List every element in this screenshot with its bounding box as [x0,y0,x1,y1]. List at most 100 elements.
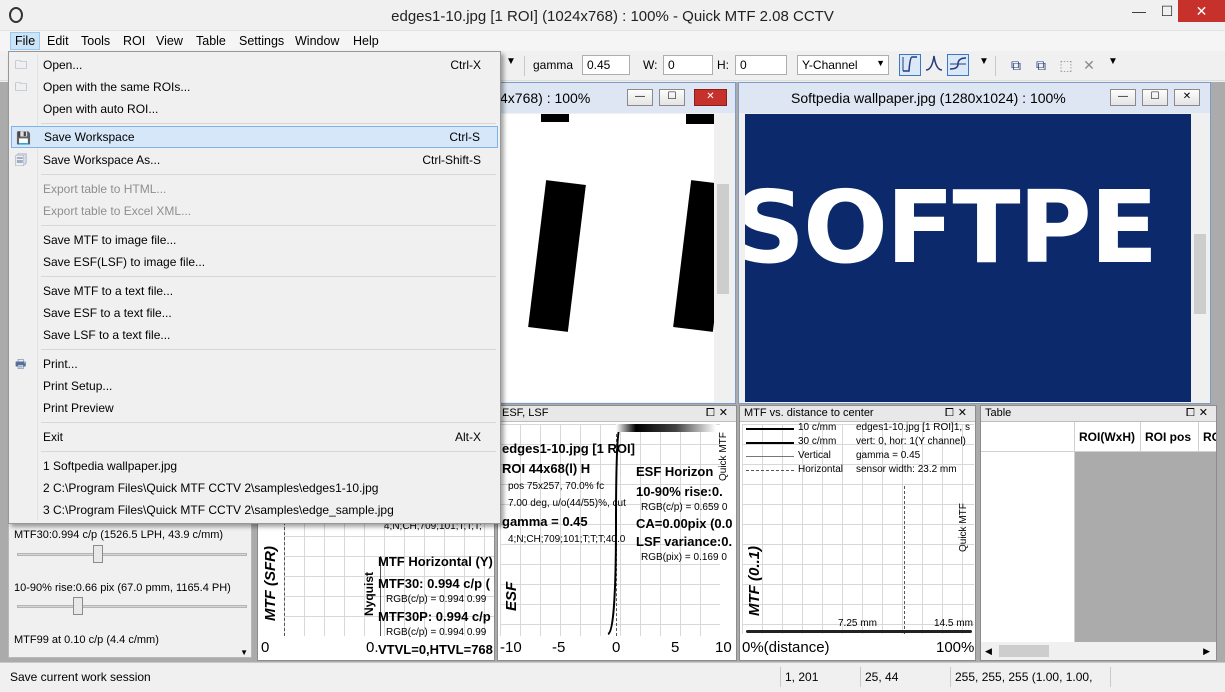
table-empty-area [1075,452,1216,642]
menu-tools[interactable]: Tools [77,32,114,50]
menu-item-label: 1 Softpedia wallpaper.jpg [43,459,178,473]
menu-settings[interactable]: Settings [235,32,288,50]
close-button[interactable]: ✕ [1178,0,1225,22]
menu-item-recent-1[interactable]: 1 Softpedia wallpaper.jpg [11,455,498,477]
subwindow-close-button[interactable]: ✕ [1174,89,1200,106]
scroll-left-icon[interactable]: ◀ [985,646,992,657]
height-input[interactable] [735,55,787,75]
menu-item-save-esf-text[interactable]: Save ESF to a text file... [11,302,498,324]
menu-item-save-esf-image[interactable]: Save ESF(LSF) to image file... [11,251,498,273]
paste-roi-icon[interactable]: ⧉ [1030,54,1052,76]
esf-curve-button[interactable] [899,54,921,76]
esf-roi-size: ROI 44x68(l) H [502,461,591,476]
menu-item-save-workspace-as[interactable]: 🗐 Save Workspace As... Ctrl-Shift-S [11,149,498,171]
select-roi-icon[interactable]: ⬚ [1055,54,1077,76]
roi-dropdown-arrow[interactable]: ▼ [1108,56,1118,67]
menu-item-save-lsf-text[interactable]: Save LSF to a text file... [11,324,498,346]
menu-item-open-same-rois[interactable]: 🗀 Open with the same ROIs... [11,76,498,98]
menu-item-export-excel[interactable]: Export table to Excel XML... [11,200,498,222]
table-header-roi-pos[interactable]: ROI pos [1141,422,1199,452]
mtf30p-rgb: RGB(c/p) = 0.994 0.99 [386,627,487,638]
file-menu-dropdown: 🗀 Open... Ctrl-X 🗀 Open with the same RO… [8,51,501,524]
menu-item-print-preview[interactable]: Print Preview [11,397,498,419]
esf-curve-icon [902,56,917,72]
toolbar-dropdown-arrow[interactable]: ▼ [506,56,516,67]
menu-item-label: Save LSF to a text file... [43,328,171,342]
menu-separator [41,174,496,175]
delete-roi-icon[interactable]: ✕ [1078,54,1100,76]
channel-select[interactable]: Y-Channel ▼ [797,55,889,75]
mtf-curve-button[interactable] [947,54,969,76]
menu-item-label: Exit [43,430,64,444]
mtf30-slider[interactable] [17,545,247,563]
width-label: W: [643,58,658,72]
menu-item-label: Print... [43,357,78,371]
legend-label: 10 c/mm [798,422,837,433]
rise-summary: 10-90% rise:0.66 pix (67.0 pmm, 1165.4 P… [14,582,231,594]
width-input[interactable] [663,55,713,75]
menu-item-shortcut: Ctrl-Shift-S [422,153,481,167]
menu-separator [41,422,496,423]
menu-item-save-mtf-text[interactable]: Save MTF to a text file... [11,280,498,302]
subwindow-maximize-button[interactable]: ☐ [1142,89,1168,106]
scrollbar-thumb[interactable] [1194,234,1206,314]
mtf-heading: MTF Horizontal (Y) [378,554,493,569]
table-header-ro[interactable]: RO [1199,422,1216,452]
menu-item-label: Save Workspace [44,130,135,144]
table-panel-title: Table [981,406,1216,422]
mtf-y-axis-label: MTF (SFR) [262,546,279,621]
menu-item-open-auto-roi[interactable]: Open with auto ROI... [11,98,498,120]
panel-buttons[interactable]: ⧠✕ [945,406,971,421]
menu-table[interactable]: Table [192,32,230,50]
menu-item-recent-3[interactable]: 3 C:\Program Files\Quick MTF CCTV 2\samp… [11,499,498,521]
softpedia-image[interactable]: SOFTPE [745,114,1191,402]
menu-item-label: Save Workspace As... [43,153,161,167]
scrollbar-thumb[interactable] [717,184,729,294]
menu-item-print-setup[interactable]: Print Setup... [11,375,498,397]
slider-thumb[interactable] [93,545,103,563]
menu-item-recent-2[interactable]: 2 C:\Program Files\Quick MTF CCTV 2\samp… [11,477,498,499]
menu-file[interactable]: File [10,32,41,50]
horizontal-scrollbar[interactable]: ◀ ▶ [981,642,1216,660]
edge-bar [673,180,714,332]
lsf-curve-button[interactable] [923,54,945,76]
gamma-input[interactable] [582,55,630,75]
menu-item-export-html[interactable]: Export table to HTML... [11,178,498,200]
table-header-roi-size[interactable]: ROI(WxH) [1075,422,1141,452]
panel-buttons[interactable]: ⧠✕ [1186,406,1212,421]
vertical-scrollbar[interactable] [715,114,731,402]
menu-view[interactable]: View [152,32,187,50]
rise-slider[interactable] [17,597,247,615]
lsf-rgb: RGB(pix) = 0.169 0 [641,552,727,563]
gamma-label: gamma [533,58,574,72]
distance-curve [746,630,972,633]
subwindow-minimize-button[interactable]: — [1110,89,1136,106]
menu-item-print[interactable]: 🖶 Print... [11,353,498,375]
minimize-button[interactable]: — [1125,0,1153,22]
vertical-scrollbar[interactable] [1192,114,1208,402]
scrollbar-thumb[interactable] [999,645,1049,657]
edges-image[interactable] [500,114,714,402]
slider-thumb[interactable] [73,597,83,615]
scroll-down-icon[interactable]: ▼ [240,648,248,657]
maximize-button[interactable]: ☐ [1153,0,1181,22]
subwindow-maximize-button[interactable]: ☐ [659,89,685,106]
legend-line-30 [746,442,794,444]
panel-buttons[interactable]: ⧠✕ [706,406,732,421]
menu-item-save-mtf-image[interactable]: Save MTF to image file... [11,229,498,251]
esf-roi-pos: pos 75x257, 70.0% fc [508,481,605,492]
menu-roi[interactable]: ROI [119,32,149,50]
curve-dropdown-arrow[interactable]: ▼ [979,56,989,67]
menu-help[interactable]: Help [349,32,383,50]
subwindow-minimize-button[interactable]: — [627,89,653,106]
menu-item-open[interactable]: 🗀 Open... Ctrl-X [11,54,498,76]
copy-roi-icon[interactable]: ⧉ [1005,54,1027,76]
esf-strip [616,424,716,432]
menu-item-exit[interactable]: Exit Alt-X [11,426,498,448]
subwindow-close-button[interactable]: ✕ [694,89,727,106]
status-rgb-value: 255, 255, 255 (1.00, 1.00, 1.00) [950,667,1110,692]
menu-item-save-workspace[interactable]: 💾 Save Workspace Ctrl-S [11,126,498,148]
menu-window[interactable]: Window [291,32,343,50]
menu-edit[interactable]: Edit [43,32,73,50]
scroll-right-icon[interactable]: ▶ [1203,646,1210,657]
